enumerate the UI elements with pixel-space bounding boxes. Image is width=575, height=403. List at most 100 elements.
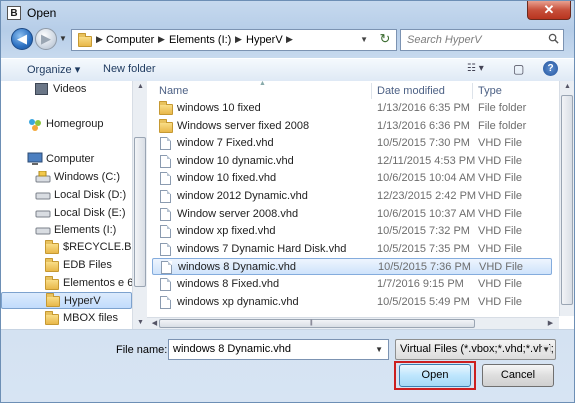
scroll-up-icon[interactable]: ▲ bbox=[560, 83, 575, 90]
address-dropdown-icon[interactable]: ▼ bbox=[360, 35, 368, 44]
file-name: windows 8 Fixed.vhd bbox=[177, 278, 280, 290]
sidebar-item-label: Videos bbox=[53, 83, 87, 95]
help-icon[interactable]: ? bbox=[543, 61, 558, 76]
file-name: windows xp dynamic.vhd bbox=[177, 295, 299, 308]
table-row[interactable]: Windows server fixed 2008 1/13/2016 6:36 … bbox=[152, 118, 552, 135]
folder-icon bbox=[46, 293, 60, 307]
file-scroll-thumb[interactable] bbox=[561, 95, 573, 305]
scroll-up-icon[interactable]: ▲ bbox=[133, 83, 148, 90]
chevron-down-icon[interactable]: ▼ bbox=[542, 345, 550, 354]
chevron-right-icon[interactable]: ▶ bbox=[286, 34, 293, 45]
forward-button[interactable]: ▶ bbox=[35, 28, 57, 50]
file-type: VHD File bbox=[478, 242, 523, 255]
column-header-name[interactable]: Name bbox=[159, 85, 188, 97]
sort-ascending-icon: ▲ bbox=[259, 81, 266, 87]
file-icon bbox=[160, 154, 171, 168]
scroll-right-icon[interactable]: ▶ bbox=[543, 319, 558, 327]
file-name: Window server 2008.vhd bbox=[177, 207, 299, 220]
file-date: 10/5/2015 7:32 PM bbox=[377, 225, 470, 238]
file-date: 1/13/2016 6:36 PM bbox=[377, 119, 470, 132]
file-icon bbox=[160, 278, 171, 291]
command-bar: Organize ▾ New folder ☷ ▾ ▢ ? bbox=[1, 58, 574, 82]
breadcrumb-computer[interactable]: Computer bbox=[106, 34, 154, 46]
table-row[interactable]: window 2012 Dynamic.vhd 12/23/2015 2:42 P… bbox=[152, 188, 552, 205]
sidebar-item-label: Computer bbox=[46, 153, 95, 165]
search-icon[interactable] bbox=[548, 33, 559, 44]
table-row[interactable]: windows 10 fixed 1/13/2016 6:35 PM File fo… bbox=[152, 100, 552, 117]
chevron-right-icon[interactable]: ▶ bbox=[235, 34, 242, 45]
sidebar-item-label: HyperV bbox=[64, 295, 101, 307]
file-date: 10/5/2015 7:36 PM bbox=[378, 261, 471, 274]
file-type: File folder bbox=[478, 102, 527, 114]
file-date: 10/5/2015 7:30 PM bbox=[377, 137, 470, 150]
table-row[interactable]: Window server 2008.vhd 10/6/2015 10:37 AM… bbox=[152, 206, 552, 223]
file-date: 10/5/2015 5:49 PM bbox=[377, 295, 470, 308]
chevron-right-icon[interactable]: ▶ bbox=[158, 34, 165, 45]
file-name-field[interactable]: windows 8 Dynamic.vhd ▼ bbox=[168, 339, 389, 360]
preview-pane-icon[interactable]: ▢ bbox=[513, 62, 524, 76]
table-row[interactable]: windows 8 Fixed.vhd 1/7/2016 9:15 PM VHD F… bbox=[152, 276, 552, 293]
sidebar-item-label: MBOX files bbox=[63, 312, 119, 324]
sidebar-item-hyperv[interactable]: HyperV bbox=[1, 292, 132, 309]
search-input[interactable]: Search HyperV bbox=[407, 34, 482, 46]
table-row[interactable]: windows xp dynamic.vhd 10/5/2015 5:49 PM V… bbox=[152, 294, 552, 311]
file-date: 12/11/2015 4:53 PM bbox=[377, 154, 476, 167]
file-list-scrollbar[interactable]: ▲ bbox=[559, 81, 574, 316]
file-icon bbox=[160, 242, 171, 256]
chevron-down-icon[interactable]: ▼ bbox=[375, 345, 383, 354]
organize-button[interactable]: Organize ▾ bbox=[27, 63, 80, 76]
file-name: window xp fixed.vhd bbox=[177, 225, 276, 238]
column-header-date[interactable]: Date modified bbox=[377, 85, 445, 97]
file-type: File folder bbox=[478, 119, 527, 132]
file-type-filter[interactable]: Virtual Files (*.vbox;*.vhd;*.vhd; ▼ bbox=[395, 339, 556, 360]
close-button[interactable]: ✕ bbox=[527, 1, 571, 20]
file-type: VHD File bbox=[478, 172, 523, 185]
file-icon bbox=[160, 207, 171, 221]
cancel-button[interactable]: Cancel bbox=[482, 364, 554, 387]
file-name: window 10 dynamic.vhd bbox=[177, 154, 294, 167]
folder-icon bbox=[159, 101, 173, 115]
sidebar-item-label: Windows (C:) bbox=[54, 171, 121, 183]
file-name: Windows server fixed 2008 bbox=[177, 119, 310, 132]
file-type: VHD File bbox=[478, 190, 523, 202]
file-date: 10/6/2015 10:04 AM bbox=[377, 172, 476, 185]
back-button[interactable]: ◀ bbox=[11, 28, 33, 50]
chevron-right-icon[interactable]: ▶ bbox=[96, 34, 103, 45]
sidebar-scrollbar[interactable]: ▲ ▼ bbox=[132, 81, 147, 329]
new-folder-button[interactable]: New folder bbox=[103, 63, 156, 75]
file-name-value[interactable]: windows 8 Dynamic.vhd bbox=[173, 343, 291, 355]
horizontal-scrollbar[interactable]: ◀ ||| ▶ bbox=[147, 317, 559, 329]
view-options-icon[interactable]: ☷ ▾ bbox=[467, 63, 484, 74]
table-row[interactable]: window 10 fixed.vhd 10/6/2015 10:04 AM VHD… bbox=[152, 170, 552, 187]
column-divider[interactable] bbox=[472, 83, 473, 99]
horizontal-scroll-thumb[interactable]: ||| bbox=[159, 319, 475, 328]
app-icon: B bbox=[7, 6, 21, 20]
sidebar-item-label: EDB Files bbox=[63, 259, 112, 271]
file-name: window 2012 Dynamic.vhd bbox=[177, 190, 308, 202]
breadcrumb-elements[interactable]: Elements (I:) bbox=[169, 34, 231, 46]
table-row[interactable]: windows 7 Dynamic Hard Disk.vhd 10/5/2015… bbox=[152, 241, 552, 258]
history-dropdown-icon[interactable]: ▼ bbox=[59, 34, 67, 43]
refresh-button[interactable]: ↻ bbox=[373, 29, 397, 49]
folder-icon bbox=[159, 118, 173, 133]
search-box[interactable]: Search HyperV bbox=[400, 29, 564, 51]
file-type-value: Virtual Files (*.vbox;*.vhd;*.vhd; bbox=[400, 343, 554, 355]
column-header-type[interactable]: Type bbox=[478, 85, 502, 97]
column-divider[interactable] bbox=[371, 83, 372, 99]
table-row[interactable]: window xp fixed.vhd 10/5/2015 7:32 PM VHD … bbox=[152, 223, 552, 240]
table-row[interactable]: window 7 Fixed.vhd 10/5/2015 7:30 PM VHD F… bbox=[152, 135, 552, 152]
sidebar-scroll-thumb[interactable] bbox=[134, 137, 146, 287]
table-row[interactable]: window 10 dynamic.vhd 12/11/2015 4:53 PM V… bbox=[152, 153, 552, 170]
scroll-down-icon[interactable]: ▼ bbox=[133, 319, 148, 326]
address-bar[interactable]: ▶ Computer ▶ Elements (I:) ▶ HyperV ▶ ▼ bbox=[71, 29, 397, 51]
file-type: VHD File bbox=[478, 295, 523, 308]
table-row[interactable]: windows 8 Dynamic.vhd 10/5/2015 7:36 PM VH… bbox=[152, 258, 552, 276]
title-bar[interactable]: B Open ✕ bbox=[1, 1, 574, 25]
file-date: 1/7/2016 9:15 PM bbox=[377, 278, 464, 290]
folder-icon bbox=[45, 311, 59, 325]
breadcrumb-hyperv[interactable]: HyperV bbox=[246, 34, 283, 46]
sidebar-item-label: Homegroup bbox=[46, 118, 104, 130]
navigation-bar: ◀ ▶ ▼ ▶ Computer ▶ Elements (I:) ▶ Hyper… bbox=[1, 28, 574, 54]
file-icon bbox=[160, 137, 171, 151]
drive-icon bbox=[35, 210, 51, 218]
